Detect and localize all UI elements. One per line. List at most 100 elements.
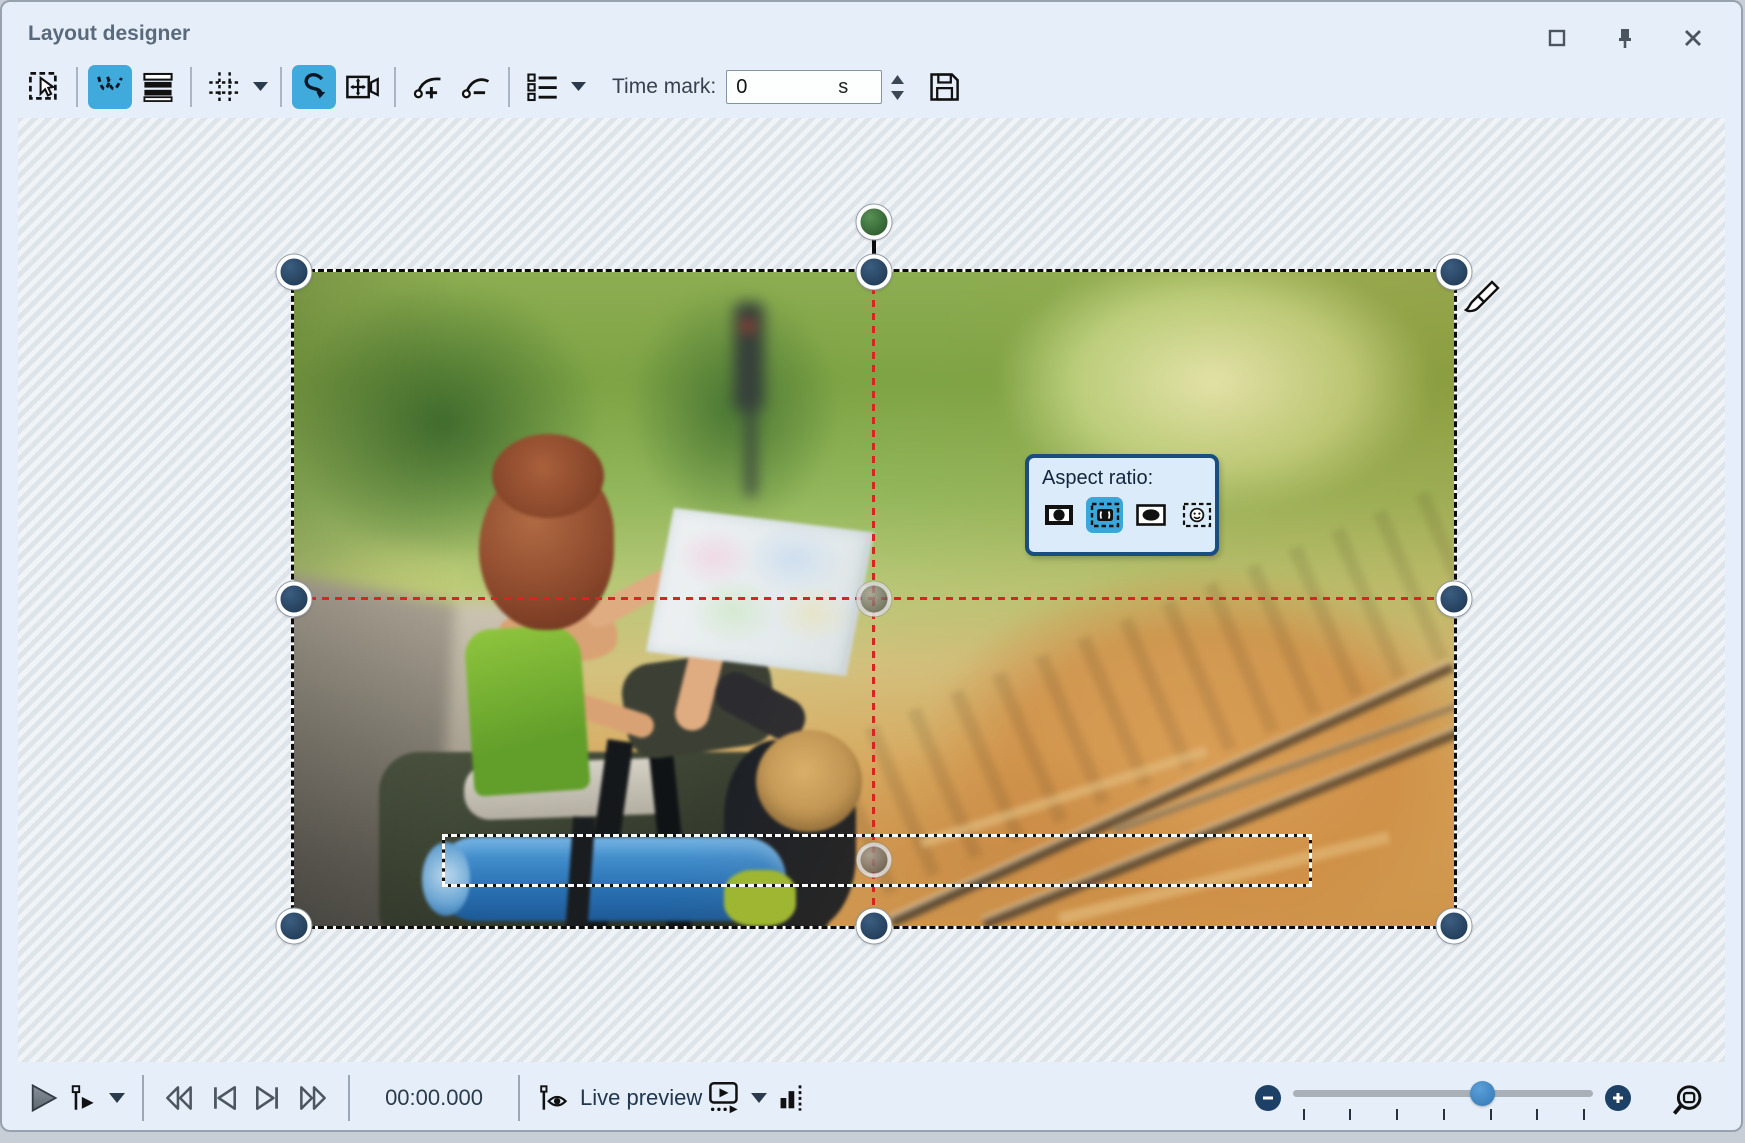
play-icon: [27, 1082, 59, 1114]
time-mark-field: s: [726, 70, 882, 104]
zoom-fit-button[interactable]: [1671, 1084, 1705, 1123]
render-stats-button[interactable]: [777, 1082, 807, 1114]
preview-window-icon: [707, 1081, 741, 1115]
window-controls: [1545, 26, 1705, 50]
next-frame-button[interactable]: [251, 1083, 285, 1113]
skip-backward-icon: [161, 1083, 197, 1113]
toolbar-separator: [508, 67, 510, 107]
list-tool-button[interactable]: [520, 65, 564, 109]
spinner-up-button[interactable]: [888, 73, 906, 85]
layout-canvas[interactable]: Aspect ratio:: [18, 118, 1725, 1062]
pin-button[interactable]: [1613, 26, 1637, 50]
dashed-v-curves-icon: [93, 70, 127, 104]
toolbar-separator: [76, 67, 78, 107]
minus-icon: [1261, 1091, 1275, 1105]
fast-forward-button[interactable]: [295, 1083, 331, 1113]
paintbrush-cursor: [1456, 276, 1504, 329]
aspect-stretch-ellipse-icon: [1136, 504, 1166, 526]
aspect-crop-circle-button[interactable]: [1040, 497, 1077, 533]
time-mark-input[interactable]: [726, 70, 882, 104]
list-tool-dropdown[interactable]: [568, 65, 588, 109]
curve-minus-icon: [459, 70, 493, 104]
transport-bar: 00:00.000 Live preview: [2, 1062, 1741, 1132]
zoom-slider-thumb[interactable]: [1470, 1081, 1495, 1106]
resize-handle-top-left[interactable]: [277, 255, 312, 290]
live-preview-label: Live preview: [580, 1085, 702, 1111]
select-tool-button[interactable]: [22, 65, 66, 109]
maximize-button[interactable]: [1545, 26, 1569, 50]
maximize-icon: [1547, 28, 1567, 48]
window-title: Layout designer: [28, 22, 190, 46]
previous-frame-icon: [207, 1083, 241, 1113]
close-button[interactable]: [1681, 26, 1705, 50]
aspect-face-detect-icon: [1182, 502, 1212, 528]
layout-designer-window: Layout designer: [0, 0, 1743, 1132]
resize-handle-bottom-left[interactable]: [277, 909, 312, 944]
aspect-crop-circle-icon: [1044, 504, 1074, 526]
resize-handle-top-center[interactable]: [857, 255, 892, 290]
resize-handle-bottom-right[interactable]: [1437, 909, 1472, 944]
plus-icon: [1611, 1091, 1625, 1105]
rotation-handle[interactable]: [857, 205, 892, 240]
skip-to-start-button[interactable]: [161, 1083, 197, 1113]
layer-stripes-tool-button[interactable]: [136, 65, 180, 109]
zoom-slider-track[interactable]: [1293, 1090, 1593, 1097]
play-from-marker-icon: [69, 1083, 99, 1113]
aspect-fit-dashed-icon: [1090, 502, 1120, 528]
time-mark-unit: s: [838, 76, 848, 99]
selection-center-handle[interactable]: [857, 582, 892, 617]
grid-tool-button[interactable]: [202, 65, 246, 109]
next-frame-icon: [251, 1083, 285, 1113]
time-mark-label: Time mark:: [612, 75, 716, 99]
bullet-list-icon: [525, 70, 559, 104]
curve-check-tool-button[interactable]: [88, 65, 132, 109]
save-button[interactable]: [922, 65, 966, 109]
aspect-fit-dashed-button[interactable]: [1086, 497, 1123, 533]
zoom-out-button[interactable]: [1255, 1085, 1281, 1111]
grid-tool-dropdown[interactable]: [250, 65, 270, 109]
aspect-face-detect-button[interactable]: [1178, 497, 1215, 533]
chevron-down-icon: [751, 1093, 767, 1104]
time-mark-spinner: [888, 73, 906, 101]
play-options-dropdown[interactable]: [109, 1093, 125, 1104]
chevron-down-icon: [571, 82, 586, 92]
horizontal-bars-icon: [141, 70, 175, 104]
aspect-ratio-options: [1040, 497, 1215, 533]
move-box-camera-icon: [344, 70, 380, 104]
chevron-down-icon: [109, 1093, 125, 1104]
resize-handle-middle-right[interactable]: [1437, 582, 1472, 617]
resize-handle-bottom-center[interactable]: [857, 909, 892, 944]
arrow-down-icon: [891, 91, 904, 100]
preview-dropdown[interactable]: [751, 1093, 767, 1104]
transport-separator: [142, 1075, 144, 1121]
live-preview-toggle[interactable]: Live preview: [538, 1083, 702, 1113]
play-button[interactable]: [27, 1082, 59, 1114]
freehand-curve-tool-button[interactable]: [292, 65, 336, 109]
close-icon: [1683, 28, 1703, 48]
pan-view-tool-button[interactable]: [340, 65, 384, 109]
aspect-stretch-ellipse-button[interactable]: [1132, 497, 1169, 533]
zoom-fit-magnifier-icon: [1671, 1084, 1705, 1118]
zoom-in-button[interactable]: [1605, 1085, 1631, 1111]
subtitle-region-center-handle[interactable]: [857, 843, 892, 878]
remove-node-tool-button[interactable]: [454, 65, 498, 109]
zoom-controls: [1255, 1062, 1631, 1132]
add-node-tool-button[interactable]: [406, 65, 450, 109]
resize-handle-middle-left[interactable]: [277, 582, 312, 617]
floppy-disk-icon: [927, 70, 961, 104]
previous-frame-button[interactable]: [207, 1083, 241, 1113]
toolbar-separator: [190, 67, 192, 107]
play-from-marker-button[interactable]: [69, 1083, 99, 1113]
fast-forward-icon: [295, 1083, 331, 1113]
dashed-grid-icon: [207, 70, 241, 104]
time-display: 00:00.000: [376, 1085, 492, 1111]
preview-window-button[interactable]: [707, 1081, 741, 1115]
marker-eye-icon: [538, 1083, 572, 1113]
spinner-down-button[interactable]: [888, 89, 906, 101]
media-object-selection[interactable]: [294, 272, 1454, 926]
zoom-slider[interactable]: [1293, 1078, 1593, 1118]
playback-controls: 00:00.000 Live preview: [22, 1062, 812, 1132]
arrow-up-icon: [891, 75, 904, 84]
toolbar-separator: [394, 67, 396, 107]
chevron-down-icon: [253, 82, 268, 92]
